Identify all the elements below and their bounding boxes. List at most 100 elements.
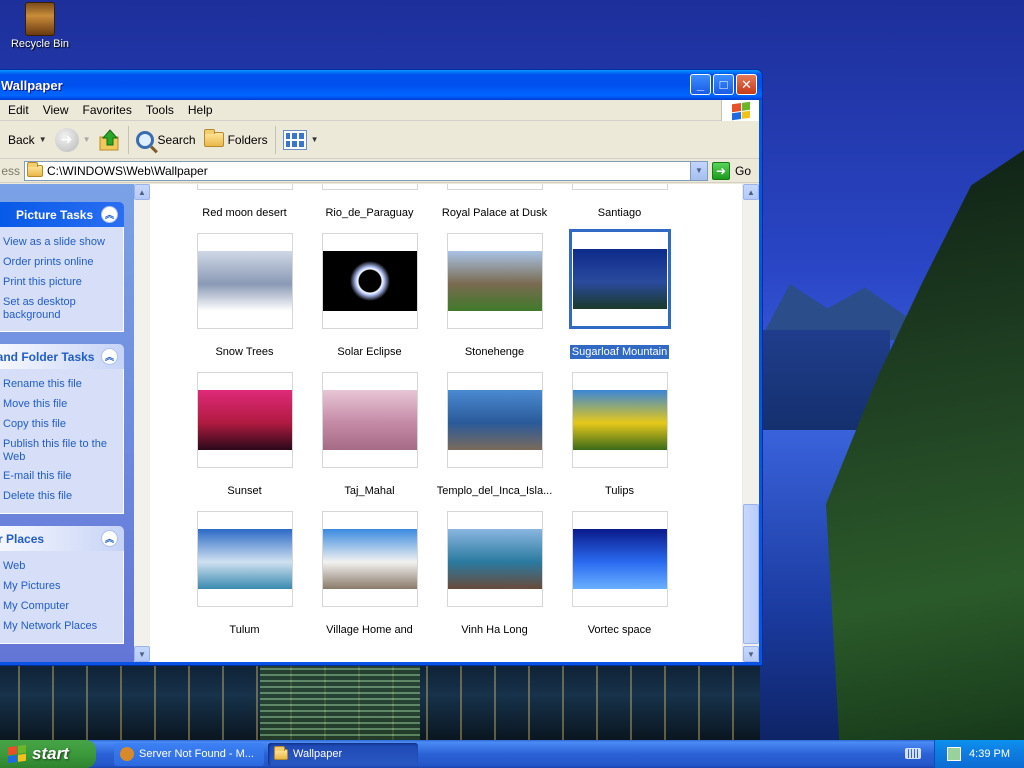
thumbnail-image bbox=[197, 251, 292, 311]
address-dropdown-icon[interactable]: ▼ bbox=[689, 161, 707, 180]
go-button[interactable]: ➜ Go bbox=[711, 161, 751, 180]
thumbnail-row: Red moon desert Rio_de_Paraguay Royal Pala… bbox=[150, 184, 730, 227]
address-input[interactable]: C:\WINDOWS\Web\Wallpaper ▼ bbox=[24, 160, 708, 181]
file-item[interactable]: Vortec space bbox=[557, 505, 682, 644]
task-email-file[interactable]: E-mail this file bbox=[0, 467, 119, 487]
start-label: start bbox=[32, 744, 69, 763]
thumbnail-image bbox=[322, 390, 417, 450]
task-print-picture[interactable]: Print this picture bbox=[0, 273, 119, 293]
forward-button[interactable]: ➜ ▼ bbox=[51, 124, 95, 156]
task-copy-file[interactable]: Copy this file bbox=[0, 415, 119, 435]
file-item[interactable]: Royal Palace at Dusk bbox=[432, 184, 557, 227]
minimize-button[interactable]: _ bbox=[690, 74, 711, 95]
folder-icon bbox=[27, 161, 43, 177]
scroll-up-icon[interactable]: ▲ bbox=[743, 184, 759, 200]
file-item[interactable]: Rio_de_Paraguay bbox=[307, 184, 432, 227]
clock[interactable]: 4:39 PM bbox=[969, 748, 1010, 760]
other-places-header[interactable]: ther Places ︽ bbox=[0, 526, 124, 551]
title-bar[interactable]: Wallpaper bbox=[0, 70, 762, 100]
file-list-scrollbar[interactable]: ▲ ▼ bbox=[742, 184, 759, 662]
file-thumbnail bbox=[196, 233, 293, 329]
file-name: Santiago bbox=[597, 207, 642, 219]
task-label: Set as desktop background bbox=[3, 296, 76, 321]
back-button[interactable]: Back ▼ bbox=[0, 124, 51, 156]
taskbar-item-wallpaper[interactable]: Wallpaper bbox=[268, 742, 418, 766]
file-thumbnail bbox=[446, 233, 543, 329]
scroll-up-icon[interactable]: ▲ bbox=[134, 184, 150, 200]
collapse-chevron-icon[interactable]: ︽ bbox=[101, 348, 118, 365]
file-item[interactable]: Tulips bbox=[557, 366, 682, 505]
menu-view[interactable]: View bbox=[36, 101, 76, 119]
file-item[interactable]: Red moon desert bbox=[182, 184, 307, 227]
task-view-slideshow[interactable]: View as a slide show bbox=[0, 233, 119, 253]
file-item[interactable]: Village Home and bbox=[307, 505, 432, 644]
thumbnail-image bbox=[322, 529, 417, 589]
file-folder-tasks-header[interactable]: ile and Folder Tasks ︽ bbox=[0, 344, 124, 369]
standard-toolbar: Back ▼ ➜ ▼ Search Folders ▼ bbox=[0, 121, 759, 159]
system-tray: 4:39 PM bbox=[934, 740, 1024, 768]
start-button[interactable]: start bbox=[0, 740, 96, 768]
file-item[interactable]: Solar Eclipse bbox=[307, 227, 432, 366]
file-item[interactable]: Sunset bbox=[182, 366, 307, 505]
place-my-computer[interactable]: My Computer bbox=[0, 597, 119, 617]
scroll-down-icon[interactable]: ▼ bbox=[743, 646, 759, 662]
folders-button[interactable]: Folders bbox=[200, 124, 272, 156]
task-order-prints[interactable]: Order prints online bbox=[0, 253, 119, 273]
close-button[interactable]: ✕ bbox=[736, 74, 757, 95]
task-set-desktop-background[interactable]: Set as desktop background bbox=[0, 293, 119, 325]
place-my-network-places[interactable]: My Network Places bbox=[0, 617, 119, 637]
scroll-thumb[interactable] bbox=[743, 504, 759, 644]
scroll-down-icon[interactable]: ▼ bbox=[134, 646, 150, 662]
file-item[interactable]: Vinh Ha Long bbox=[432, 505, 557, 644]
keyboard-icon[interactable] bbox=[905, 748, 921, 759]
file-thumbnail bbox=[571, 511, 668, 607]
menu-favorites[interactable]: Favorites bbox=[75, 101, 138, 119]
task-delete-file[interactable]: ✕Delete this file bbox=[0, 487, 119, 507]
views-button[interactable]: ▼ bbox=[279, 124, 323, 156]
thumbnail-row: Sunset Taj_Mahal Templo_del_Inca_Isla... Tu… bbox=[150, 366, 730, 505]
file-thumbnail bbox=[321, 511, 418, 607]
folders-icon bbox=[203, 129, 224, 147]
menu-tools[interactable]: Tools bbox=[139, 101, 181, 119]
explorer-window: Wallpaper _ □ ✕ Edit View Favorites Tool… bbox=[0, 69, 763, 666]
address-bar: ess C:\WINDOWS\Web\Wallpaper ▼ ➜ Go bbox=[0, 159, 759, 183]
picture-tasks-header[interactable]: Picture Tasks ︽ bbox=[0, 202, 124, 227]
file-item[interactable]: Santiago bbox=[557, 184, 682, 227]
menu-edit[interactable]: Edit bbox=[0, 101, 36, 119]
place-my-pictures[interactable]: My Pictures bbox=[0, 577, 119, 597]
back-dropdown-icon[interactable]: ▼ bbox=[39, 135, 47, 144]
task-move-file[interactable]: Move this file bbox=[0, 395, 119, 415]
file-thumbnail bbox=[571, 184, 668, 190]
file-item[interactable]: Snow Trees bbox=[182, 227, 307, 366]
menu-help[interactable]: Help bbox=[181, 101, 220, 119]
up-folder-button[interactable] bbox=[95, 124, 125, 156]
file-item[interactable]: Sugarloaf Mountain bbox=[557, 227, 682, 366]
folder-icon bbox=[274, 745, 288, 760]
search-button[interactable]: Search bbox=[132, 124, 200, 156]
file-item[interactable]: Taj_Mahal bbox=[307, 366, 432, 505]
file-thumbnail bbox=[321, 233, 418, 329]
file-list: Red moon desert Rio_de_Paraguay Royal Pala… bbox=[150, 184, 759, 662]
browser-icon bbox=[120, 747, 134, 761]
collapse-chevron-icon[interactable]: ︽ bbox=[101, 530, 118, 547]
file-item[interactable]: Templo_del_Inca_Isla... bbox=[432, 366, 557, 505]
desktop-icon-recycle-bin[interactable]: Recycle Bin bbox=[8, 2, 72, 50]
task-publish-web[interactable]: Publish this file to the Web bbox=[0, 435, 119, 467]
task-pane-scrollbar[interactable]: ▲ ▼ bbox=[134, 184, 150, 662]
place-web[interactable]: Web bbox=[0, 557, 119, 577]
file-name: Rio_de_Paraguay bbox=[325, 207, 414, 219]
collapse-chevron-icon[interactable]: ︽ bbox=[101, 206, 118, 223]
picture-tasks-title: Picture Tasks bbox=[16, 207, 94, 222]
network-icon[interactable] bbox=[947, 747, 962, 761]
thumbnail-image bbox=[572, 249, 667, 309]
taskbar-item-firefox[interactable]: Server Not Found - M... bbox=[114, 742, 264, 766]
file-thumbnail bbox=[196, 184, 293, 190]
file-name: Tulips bbox=[605, 485, 634, 497]
file-item[interactable]: Stonehenge bbox=[432, 227, 557, 366]
maximize-button[interactable]: □ bbox=[713, 74, 734, 95]
file-thumbnail bbox=[196, 511, 293, 607]
task-rename-file[interactable]: Rename this file bbox=[0, 375, 119, 395]
go-arrow-icon: ➜ bbox=[711, 161, 730, 180]
other-places-panel: ther Places ︽ Web My Pictures My Compute… bbox=[0, 526, 124, 644]
file-item[interactable]: Tulum bbox=[182, 505, 307, 644]
